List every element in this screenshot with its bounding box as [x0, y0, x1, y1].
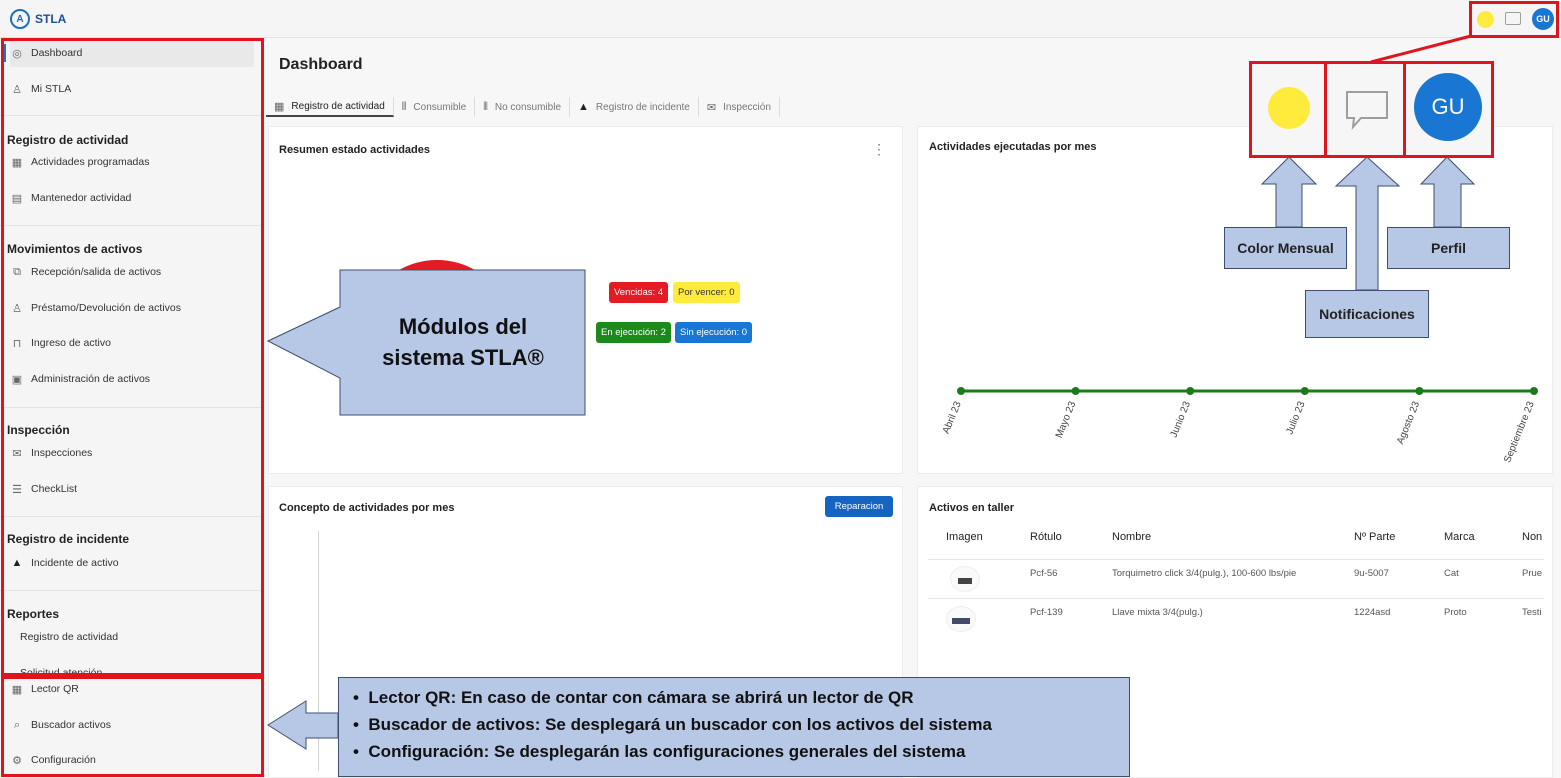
tab-label: Registro de incidente: [595, 101, 690, 113]
divider: [928, 559, 1544, 560]
zoom-connector-line: [1370, 34, 1472, 64]
avatar-zoom: GU: [1414, 73, 1482, 141]
label-perfil: Perfil: [1387, 227, 1510, 269]
label-color-mensual: Color Mensual: [1224, 227, 1347, 269]
reparacion-button[interactable]: Reparacion: [825, 496, 893, 517]
tab-registro-actividad[interactable]: ▦ Registro de actividad: [266, 97, 394, 117]
monthly-line-chart: Abril 23 Mayo 23 Junio 23 Julio 23 Agosto 23…: [941, 387, 1538, 465]
data-point: [1530, 387, 1538, 395]
bullet-item: • Configuración: Se desplegarán las conf…: [353, 742, 966, 762]
sun-icon: [1268, 87, 1310, 129]
bullet-text: Buscador de activos: Se desplegará un bu…: [368, 715, 992, 735]
annotation-topbar-box: [1469, 1, 1559, 38]
tools-icon: ⫴: [483, 100, 488, 113]
app-name: STLA: [35, 12, 67, 26]
x-tick-label: Agosto 23: [1395, 400, 1422, 446]
table-row[interactable]: [946, 606, 976, 632]
asset-thumbnail-icon: [958, 578, 972, 584]
top-bar: [0, 0, 1561, 38]
warning-icon: ▲: [578, 101, 589, 113]
bullet-item: • Lector QR: En caso de contar con cámar…: [353, 688, 914, 707]
bullet-text: Lector QR: En caso de contar con cámara …: [368, 688, 914, 707]
bullet-item: • Buscador de activos: Se desplegará un …: [353, 715, 992, 735]
badge-vencidas: Vencidas: 4: [609, 282, 669, 303]
dashboard-tabs: ▦ Registro de actividad ⫴ Consumible ⫴ N…: [266, 96, 780, 118]
data-point: [1415, 387, 1424, 395]
cell-rotulo: Pcf-139: [1030, 607, 1063, 618]
asset-thumbnail-icon: [952, 618, 970, 624]
label-notificaciones: Notificaciones: [1305, 290, 1429, 338]
tab-label: Consumible: [413, 101, 467, 113]
cell-nombre: Torquimetro click 3/4(pulg.), 100-600 lb…: [1112, 568, 1297, 579]
stla-logo-icon[interactable]: A: [10, 9, 30, 29]
x-tick-label: Julio 23: [1284, 400, 1307, 436]
table-header: Marca: [1444, 531, 1475, 543]
data-point: [957, 387, 965, 395]
tools-icon: ⫴: [401, 100, 407, 113]
data-point: [1071, 387, 1080, 395]
annotation-tools-box: [1, 676, 264, 777]
tab-consumible[interactable]: ⫴ Consumible: [394, 97, 476, 117]
envelope-check-icon: ✉: [706, 101, 717, 114]
cell-nombre-extra: Testi: [1522, 607, 1542, 618]
tab-no-consumible[interactable]: ⫴ No consumible: [475, 97, 571, 117]
badge-en-ejecucion: En ejecución: 2: [596, 322, 671, 343]
x-tick-label: Abril 23: [941, 400, 964, 436]
badge-por-vencer: Por vencer: 0: [673, 282, 740, 303]
table-header: Imagen: [946, 531, 983, 543]
cell-nombre-extra: Prue: [1522, 568, 1543, 579]
badge-sin-ejecucion: Sin ejecución: 0: [675, 322, 753, 343]
cell-parte: 9u-5007: [1354, 568, 1389, 579]
x-tick-label: Septiembre 23: [1502, 400, 1537, 465]
cell-marca: Cat: [1444, 568, 1459, 579]
calendar-icon: ▦: [274, 100, 285, 113]
tab-inspeccion[interactable]: ✉ Inspección: [699, 97, 780, 117]
divider: [928, 598, 1544, 599]
tab-label: Inspección: [723, 101, 771, 113]
table-header: Non: [1522, 531, 1543, 543]
modules-callout-label: Módulos del sistema STLA®: [382, 313, 544, 370]
cell-rotulo: Pcf-56: [1030, 568, 1058, 579]
x-tick-label: Junio 23: [1169, 400, 1194, 440]
chat-bubble-icon: [1346, 91, 1388, 130]
zoom-color-cell: [1249, 61, 1327, 158]
card-actividades-ejecutadas: Actividades ejecutadas por mes Abril 23 M…: [917, 126, 1553, 474]
bullet-text: Configuración: Se desplegarán las config…: [368, 742, 966, 762]
data-point: [1300, 387, 1309, 395]
table-header: Nombre: [1112, 531, 1152, 543]
card-title: Resumen estado actividades: [279, 144, 431, 156]
table-row[interactable]: [950, 566, 980, 592]
tab-label: No consumible: [494, 101, 562, 113]
page-title: Dashboard: [279, 56, 363, 73]
cell-nombre: Llave mixta 3/4(pulg.): [1112, 607, 1203, 618]
annotation-modules-box: [1, 38, 264, 676]
tab-label: Registro de actividad: [291, 100, 385, 112]
more-vert-icon[interactable]: ⋮: [872, 141, 886, 158]
card-title: Concepto de actividades por mes: [279, 502, 455, 514]
table-header: Rótulo: [1030, 531, 1062, 543]
zoom-perfil-cell: GU: [1403, 61, 1494, 158]
tab-registro-incidente[interactable]: ▲ Registro de incidente: [570, 97, 699, 117]
cell-marca: Proto: [1444, 607, 1467, 618]
card-title: Activos en taller: [929, 502, 1014, 514]
tools-bullets-callout: • Lector QR: En caso de contar con cámar…: [338, 677, 1130, 777]
table-header: Nº Parte: [1354, 531, 1396, 543]
data-point: [1186, 387, 1195, 395]
cell-parte: 1224asd: [1354, 607, 1391, 618]
x-tick-label: Mayo 23: [1054, 400, 1079, 440]
zoom-notif-cell: [1324, 61, 1406, 158]
chart-axis: [318, 531, 319, 771]
